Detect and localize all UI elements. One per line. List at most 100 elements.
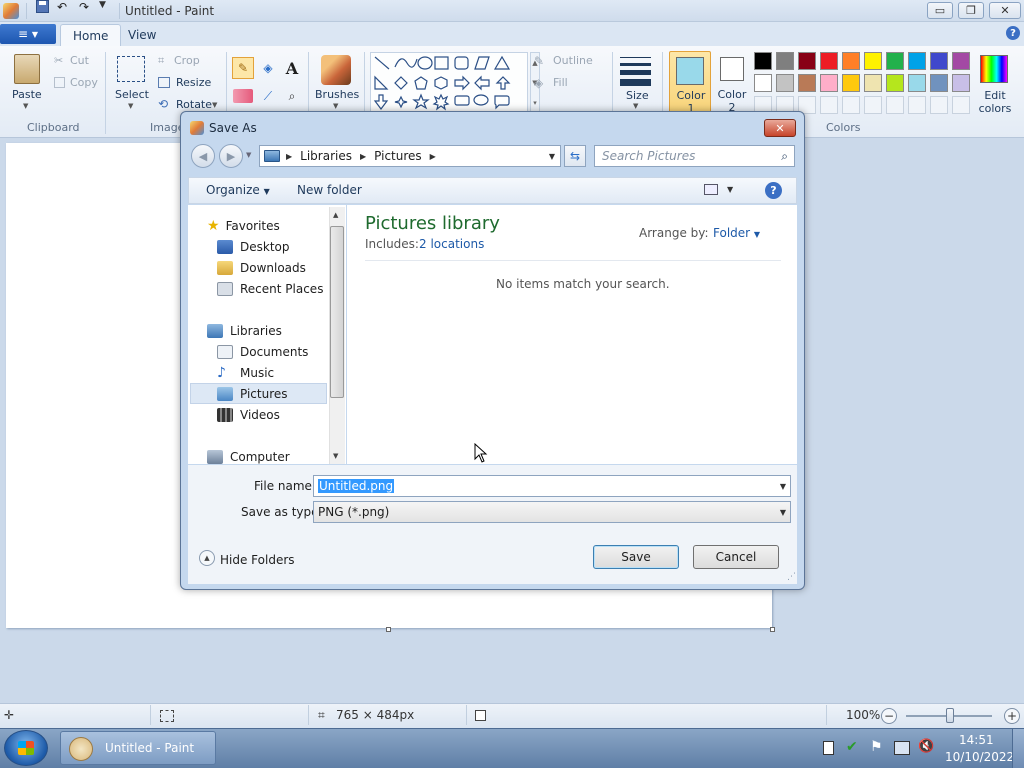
close-button[interactable]: ✕ [989,2,1021,19]
copy-button[interactable]: Copy [70,76,98,89]
color-swatch[interactable] [842,96,860,114]
network-tray-icon[interactable] [894,741,910,755]
save-button[interactable]: Save [593,545,679,569]
resize-grip-icon[interactable]: ⋰ [787,572,796,582]
breadcrumb-libraries[interactable]: Libraries [300,149,352,163]
search-input[interactable]: Search Pictures ⌕ [594,145,795,167]
nav-item-documents[interactable]: Documents [217,342,308,362]
color-swatch[interactable] [842,74,860,92]
nav-item-downloads[interactable]: Downloads [217,258,306,278]
organize-button[interactable]: Organize ▼ [206,183,270,197]
includes-locations-link[interactable]: 2 locations [419,237,484,251]
color-swatch[interactable] [886,96,904,114]
back-button[interactable]: ◀ [191,144,215,168]
address-bar[interactable]: ▶ Libraries ▶ Pictures ▶ ▼ [259,145,561,167]
color-swatch[interactable] [952,96,970,114]
forward-button[interactable]: ▶ [219,144,243,168]
notes-tray-icon[interactable] [823,741,834,755]
scroll-down-icon[interactable]: ▼ [333,452,338,460]
save-as-type-select[interactable]: PNG (*.png) ▼ [313,501,791,523]
color-swatch[interactable] [864,52,882,70]
resize-button[interactable]: Resize [176,76,211,89]
color-swatch[interactable] [864,74,882,92]
hide-folders-button[interactable]: Hide Folders [220,553,295,567]
hide-folders-chevron-icon[interactable]: ▲ [199,550,215,566]
tab-home[interactable]: Home [60,24,122,46]
nav-item-videos[interactable]: Videos [217,405,280,425]
refresh-button[interactable]: ⇆ [564,145,586,167]
help-icon[interactable]: ? [765,182,782,199]
color-swatch[interactable] [930,96,948,114]
start-button[interactable] [4,730,48,766]
nav-libraries[interactable]: Libraries [207,321,282,341]
file-name-input[interactable]: Untitled.png ▼ [313,475,791,497]
dialog-close-button[interactable]: ✕ [764,119,796,137]
eraser-tool-icon[interactable] [233,89,253,103]
text-tool-icon[interactable]: A [282,58,302,78]
color-swatch[interactable] [952,52,970,70]
breadcrumb-pictures[interactable]: Pictures [374,149,422,163]
color1-button[interactable]: Color 1 [669,51,711,113]
zoom-out-button[interactable]: − [881,708,897,724]
show-desktop-button[interactable] [1012,729,1024,768]
brushes-button[interactable]: Brushes ▼ [314,52,360,114]
color-swatch[interactable] [908,52,926,70]
outline-button[interactable]: Outline [553,54,593,67]
color-swatch[interactable] [930,74,948,92]
nav-scrollbar-thumb[interactable] [330,226,344,398]
color-swatch[interactable] [820,96,838,114]
minimize-button[interactable]: ▭ [927,2,953,19]
security-tray-icon[interactable]: ✔ [846,739,858,755]
nav-favorites[interactable]: ★ Favorites [207,216,280,236]
clock-time[interactable]: 14:51 [959,733,994,747]
color-picker-icon[interactable]: ⟋ [258,86,278,106]
help-icon[interactable]: ? [1006,26,1020,40]
pencil-tool-icon[interactable]: ✎ [232,57,254,79]
chevron-down-icon[interactable]: ▼ [727,185,733,194]
chevron-down-icon[interactable]: ▼ [780,482,786,491]
restore-button[interactable]: ❐ [958,2,984,19]
customize-quick-access-icon[interactable]: ▼ [99,0,106,10]
zoom-in-button[interactable]: + [1004,708,1020,724]
resize-handle[interactable] [770,627,775,632]
flag-tray-icon[interactable]: ⚑ [870,739,883,755]
color-swatch[interactable] [776,74,794,92]
nav-item-desktop[interactable]: Desktop [217,237,290,257]
fill-tool-icon[interactable]: ◈ [258,58,278,78]
recent-pages-chevron-icon[interactable]: ▼ [246,151,251,159]
search-icon[interactable]: ⌕ [781,149,788,164]
paint-menu-button[interactable]: ≡ ▼ [0,24,56,44]
color-swatch[interactable] [886,74,904,92]
color-swatch[interactable] [908,74,926,92]
undo-icon[interactable]: ↶ [57,0,67,14]
paste-button[interactable]: Paste ▼ [8,52,46,114]
paint-app-icon[interactable] [3,3,19,19]
clock-date[interactable]: 10/10/2022 [945,750,1014,764]
color-swatch[interactable] [952,74,970,92]
crop-button[interactable]: Crop [174,54,200,67]
nav-item-pictures[interactable]: Pictures [217,384,288,404]
color-swatch[interactable] [864,96,882,114]
nav-item-music[interactable]: ♪ Music [217,363,274,383]
nav-computer[interactable]: Computer [207,447,290,467]
color-swatch[interactable] [754,52,772,70]
arrange-by-dropdown[interactable]: Folder ▼ [713,226,760,240]
nav-item-recent-places[interactable]: Recent Places [217,279,323,299]
save-icon[interactable] [36,0,49,16]
volume-muted-tray-icon[interactable]: 🔇 [918,739,934,754]
color-swatch[interactable] [908,96,926,114]
color-swatch[interactable] [798,52,816,70]
select-button[interactable]: Select ▼ [112,52,152,114]
edit-colors-button[interactable]: Edit colors [974,52,1014,115]
cancel-button[interactable]: Cancel [693,545,779,569]
color-swatch[interactable] [754,74,772,92]
address-dropdown-icon[interactable]: ▼ [549,152,555,161]
zoom-slider-thumb[interactable] [946,708,954,723]
color-swatch[interactable] [820,52,838,70]
resize-handle[interactable] [386,627,391,632]
fill-button[interactable]: Fill [553,76,568,89]
taskbar-item-paint[interactable]: Untitled - Paint [60,731,216,765]
tab-view[interactable]: View [116,24,168,46]
color-swatch[interactable] [776,52,794,70]
color2-button[interactable]: Color 2 [713,51,751,113]
